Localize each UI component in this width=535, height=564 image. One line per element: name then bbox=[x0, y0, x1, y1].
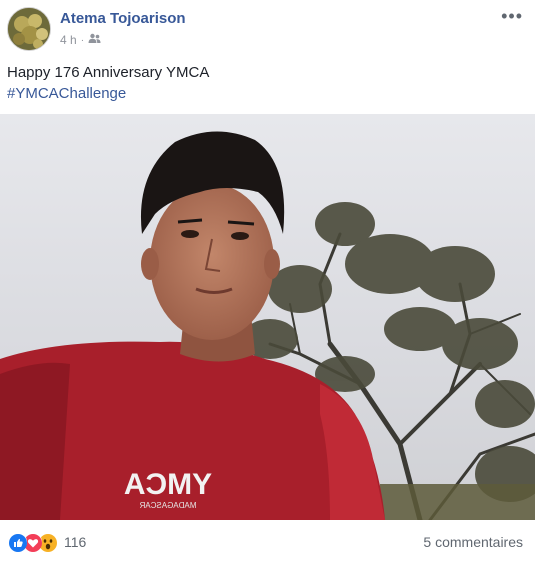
svg-text:MADAGASCAR: MADAGASCAR bbox=[139, 501, 196, 510]
like-icon bbox=[7, 532, 27, 552]
post-footer: 116 5 commentaires bbox=[0, 520, 535, 564]
post-timestamp[interactable]: 4 h bbox=[60, 33, 77, 47]
more-icon[interactable]: ••• bbox=[501, 6, 523, 27]
svg-text:YMCA: YMCA bbox=[124, 468, 212, 501]
post-text-line: Happy 176 Anniversary YMCA bbox=[7, 64, 210, 81]
post-card: Atema Tojoarison 4 h · ••• Happy 176 Ann… bbox=[0, 0, 535, 564]
post-meta: 4 h · bbox=[60, 33, 101, 47]
post-photo[interactable]: YMCA MADAGASCAR bbox=[0, 114, 535, 520]
author-name[interactable]: Atema Tojoarison bbox=[60, 10, 186, 27]
author-avatar[interactable] bbox=[7, 7, 51, 51]
friends-icon[interactable] bbox=[88, 33, 101, 47]
reaction-count[interactable]: 116 bbox=[64, 534, 86, 550]
comments-link[interactable]: 5 commentaires bbox=[423, 534, 523, 550]
post-header: Atema Tojoarison 4 h · ••• bbox=[0, 0, 535, 58]
reactions-summary[interactable]: 116 bbox=[7, 532, 86, 552]
meta-separator: · bbox=[80, 34, 85, 46]
post-text: Happy 176 Anniversary YMCA #YMCAChalleng… bbox=[7, 62, 527, 104]
hashtag-link[interactable]: #YMCAChallenge bbox=[7, 83, 527, 104]
